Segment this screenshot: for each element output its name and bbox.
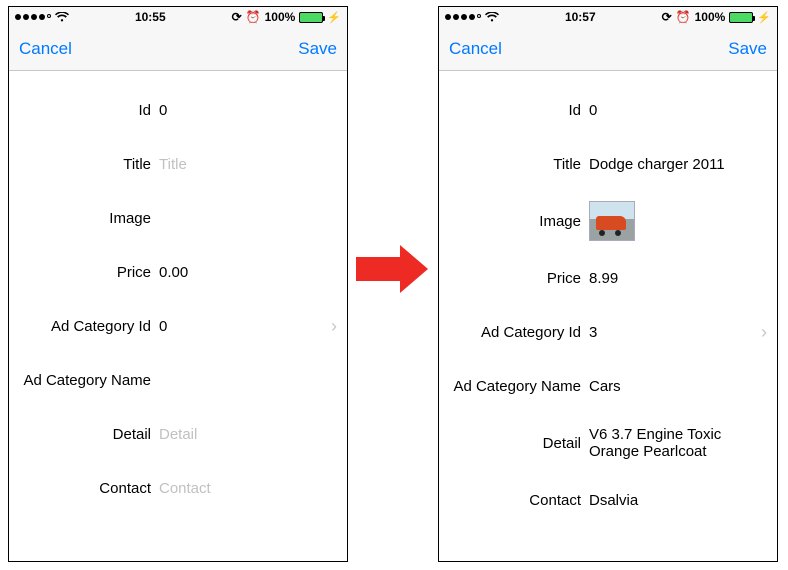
signal-dots-icon bbox=[445, 14, 481, 20]
value-id[interactable]: 0 bbox=[159, 102, 337, 119]
car-thumbnail-icon bbox=[589, 201, 635, 241]
label-ad-category-id: Ad Category Id bbox=[449, 324, 589, 341]
status-time: 10:57 bbox=[565, 10, 596, 24]
row-id: Id 0 bbox=[9, 83, 347, 137]
row-contact: Contact Dsalvia bbox=[439, 473, 777, 527]
phone-after: 10:57 ⟳ ⏰ 100% ⚡ Cancel Save Id 0 Title … bbox=[438, 6, 778, 562]
row-image: Image bbox=[439, 191, 777, 251]
row-price: Price 0.00 bbox=[9, 245, 347, 299]
label-ad-category-name: Ad Category Name bbox=[449, 378, 589, 395]
row-price: Price 8.99 bbox=[439, 251, 777, 305]
value-ad-category-id: 0 bbox=[159, 318, 325, 335]
wifi-icon bbox=[485, 12, 499, 22]
row-contact: Contact Contact bbox=[9, 461, 347, 515]
input-image[interactable] bbox=[589, 201, 767, 241]
input-contact[interactable]: Contact bbox=[159, 480, 337, 497]
input-contact[interactable]: Dsalvia bbox=[589, 492, 767, 509]
nav-bar: Cancel Save bbox=[9, 27, 347, 71]
status-time: 10:55 bbox=[135, 10, 166, 24]
wifi-icon bbox=[55, 12, 69, 22]
label-contact: Contact bbox=[19, 480, 159, 497]
chevron-right-icon: › bbox=[755, 322, 767, 343]
input-detail[interactable]: V6 3.7 Engine Toxic Orange Pearlcoat bbox=[589, 426, 767, 460]
label-detail: Detail bbox=[449, 435, 589, 452]
label-detail: Detail bbox=[19, 426, 159, 443]
row-detail: Detail V6 3.7 Engine Toxic Orange Pearlc… bbox=[439, 413, 777, 473]
label-image: Image bbox=[449, 213, 589, 230]
row-id: Id 0 bbox=[439, 83, 777, 137]
charging-icon: ⚡ bbox=[327, 11, 341, 24]
alarm-icon: ⏰ bbox=[676, 10, 691, 24]
input-title[interactable]: Title bbox=[159, 156, 337, 173]
label-id: Id bbox=[449, 102, 589, 119]
label-price: Price bbox=[19, 264, 159, 281]
label-title: Title bbox=[449, 156, 589, 173]
label-title: Title bbox=[19, 156, 159, 173]
input-detail[interactable]: Detail bbox=[159, 426, 337, 443]
value-id[interactable]: 0 bbox=[589, 102, 767, 119]
phone-before: 10:55 ⟳ ⏰ 100% ⚡ Cancel Save Id 0 Title … bbox=[8, 6, 348, 562]
cancel-button[interactable]: Cancel bbox=[19, 39, 72, 59]
label-ad-category-name: Ad Category Name bbox=[19, 372, 159, 389]
row-ad-category-name: Ad Category Name Cars bbox=[439, 359, 777, 413]
save-button[interactable]: Save bbox=[728, 39, 767, 59]
form-body: Id 0 Title Dodge charger 2011 Image Pric… bbox=[439, 71, 777, 527]
row-image: Image bbox=[9, 191, 347, 245]
orientation-lock-icon: ⟳ bbox=[232, 10, 242, 24]
nav-bar: Cancel Save bbox=[439, 27, 777, 71]
row-detail: Detail Detail bbox=[9, 407, 347, 461]
value-ad-category-id: 3 bbox=[589, 324, 755, 341]
label-contact: Contact bbox=[449, 492, 589, 509]
signal-dots-icon bbox=[15, 14, 51, 20]
label-ad-category-id: Ad Category Id bbox=[19, 318, 159, 335]
row-ad-category-name: Ad Category Name bbox=[9, 353, 347, 407]
status-bar: 10:55 ⟳ ⏰ 100% ⚡ bbox=[9, 7, 347, 27]
row-ad-category-id[interactable]: Ad Category Id 3 › bbox=[439, 305, 777, 359]
row-ad-category-id[interactable]: Ad Category Id 0 › bbox=[9, 299, 347, 353]
input-title[interactable]: Dodge charger 2011 bbox=[589, 156, 767, 173]
input-price[interactable]: 0.00 bbox=[159, 264, 337, 281]
battery-percent: 100% bbox=[695, 10, 726, 24]
battery-percent: 100% bbox=[265, 10, 296, 24]
chevron-right-icon: › bbox=[325, 316, 337, 337]
status-bar: 10:57 ⟳ ⏰ 100% ⚡ bbox=[439, 7, 777, 27]
charging-icon: ⚡ bbox=[757, 11, 771, 24]
label-id: Id bbox=[19, 102, 159, 119]
label-image: Image bbox=[19, 210, 159, 227]
save-button[interactable]: Save bbox=[298, 39, 337, 59]
orientation-lock-icon: ⟳ bbox=[662, 10, 672, 24]
value-ad-category-name: Cars bbox=[589, 378, 767, 395]
form-body: Id 0 Title Title Image Price 0.00 Ad Cat… bbox=[9, 71, 347, 515]
input-price[interactable]: 8.99 bbox=[589, 270, 767, 287]
label-price: Price bbox=[449, 270, 589, 287]
row-title: Title Dodge charger 2011 bbox=[439, 137, 777, 191]
battery-icon bbox=[729, 12, 753, 23]
row-title: Title Title bbox=[9, 137, 347, 191]
battery-icon bbox=[299, 12, 323, 23]
transition-arrow-icon bbox=[356, 244, 430, 294]
alarm-icon: ⏰ bbox=[246, 10, 261, 24]
cancel-button[interactable]: Cancel bbox=[449, 39, 502, 59]
